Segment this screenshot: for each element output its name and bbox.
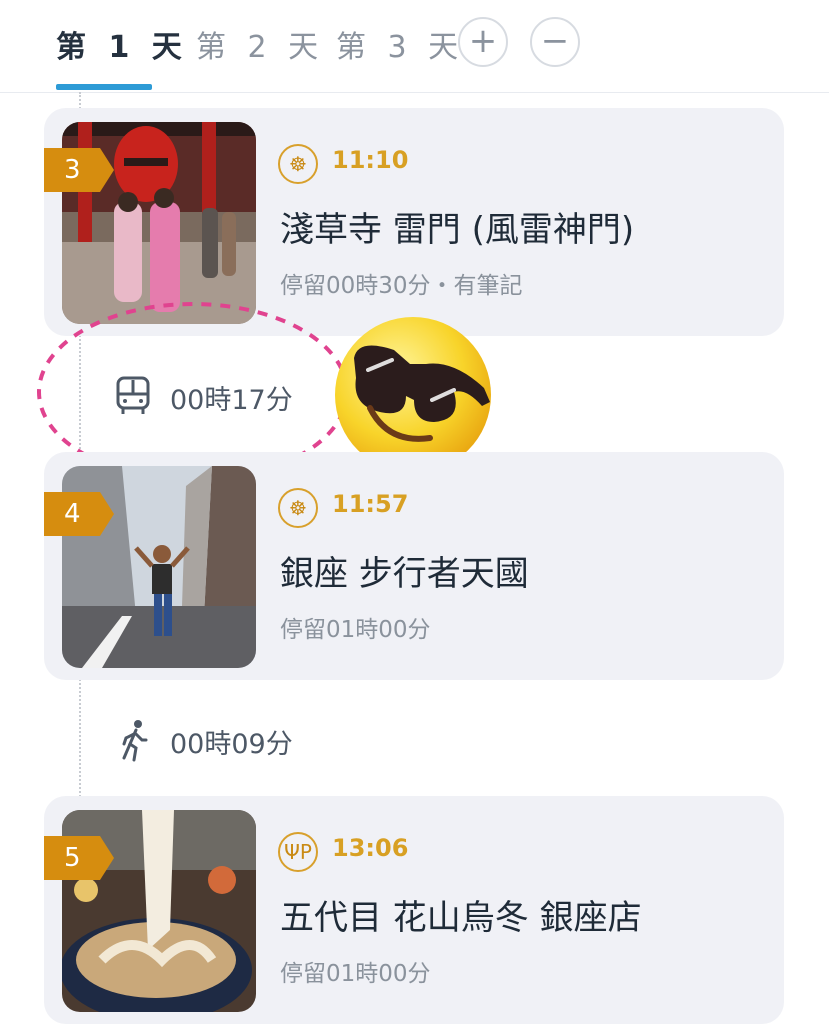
tab-day-2[interactable]: 第 2 天 bbox=[196, 22, 324, 66]
stop-duration: 停留00時30分・有筆記 bbox=[280, 273, 523, 299]
restaurant-icon: ΨΡ bbox=[278, 832, 318, 872]
attraction-icon: ☸ bbox=[278, 144, 318, 184]
day-tab-bar: 第 1 天 第 2 天 第 3 天 + − bbox=[0, 0, 829, 93]
cool-emoji-icon bbox=[335, 317, 491, 473]
stop-duration: 停留01時00分 bbox=[280, 961, 431, 987]
stop-number-badge: 5 bbox=[44, 836, 114, 880]
remove-day-button[interactable]: − bbox=[530, 17, 580, 67]
stop-card[interactable]: 4 ☸ 11:57 銀座 步行者天國 停留01時00分 bbox=[44, 452, 784, 680]
stop-number-badge: 4 bbox=[44, 492, 114, 536]
add-day-button[interactable]: + bbox=[458, 17, 508, 67]
stop-time: 11:57 bbox=[332, 490, 409, 518]
stop-number-badge: 3 bbox=[44, 148, 114, 192]
stop-duration: 停留01時00分 bbox=[280, 617, 431, 643]
active-tab-indicator bbox=[56, 84, 152, 90]
stop-time: 13:06 bbox=[332, 834, 409, 862]
stop-title: 五代目 花山烏冬 銀座店 bbox=[280, 898, 642, 938]
walk-icon bbox=[122, 720, 148, 762]
attraction-icon: ☸ bbox=[278, 488, 318, 528]
stop-title: 淺草寺 雷門 (風雷神門) bbox=[280, 210, 635, 250]
tab-day-1[interactable]: 第 1 天 bbox=[56, 22, 188, 66]
transit-duration: 00時09分 bbox=[170, 729, 293, 760]
stop-card[interactable]: 5 ΨΡ 13:06 五代目 花山烏冬 銀座店 停留01時00分 bbox=[44, 796, 784, 1024]
tab-day-3[interactable]: 第 3 天 bbox=[336, 22, 464, 66]
stop-title: 銀座 步行者天國 bbox=[280, 554, 529, 594]
stop-time: 11:10 bbox=[332, 146, 409, 174]
